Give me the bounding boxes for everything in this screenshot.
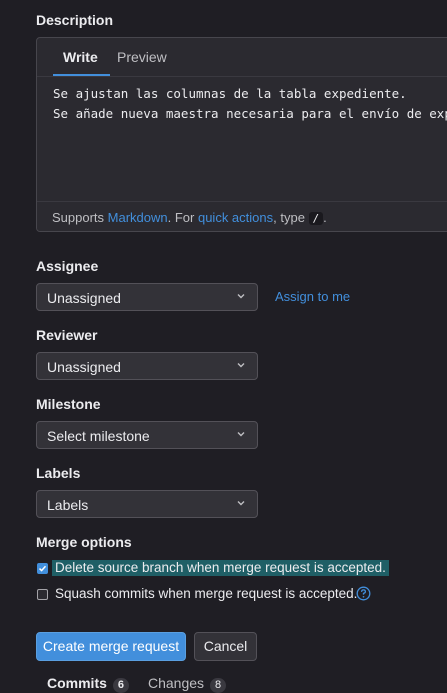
editor-footer-text: Supports Markdown. For quick actions, ty…: [52, 210, 327, 225]
quick-actions-link[interactable]: quick actions: [198, 210, 273, 225]
assignee-label: Assignee: [36, 258, 99, 274]
footer-end: .: [323, 210, 327, 225]
footer-supports: Supports: [52, 210, 108, 225]
tab-preview[interactable]: Preview: [117, 49, 167, 65]
commits-tab-label: Commits: [47, 675, 107, 691]
reviewer-label: Reviewer: [36, 327, 98, 343]
footer-for: . For: [167, 210, 198, 225]
milestone-value: Select milestone: [47, 428, 150, 444]
squash-checkbox[interactable]: [37, 589, 48, 600]
editor-tabs: Write Preview: [37, 38, 447, 77]
description-editor: Write Preview Se ajustan las columnas de…: [36, 37, 447, 232]
footer-type: , type: [273, 210, 309, 225]
milestone-label: Milestone: [36, 396, 101, 412]
delete-branch-checkbox[interactable]: [37, 563, 48, 574]
description-line-2: Se añade nueva maestra necesaria para el…: [53, 106, 447, 121]
tabs-divider: [37, 76, 447, 77]
markdown-link[interactable]: Markdown: [108, 210, 168, 225]
chevron-down-icon: [237, 294, 245, 299]
description-label: Description: [36, 12, 114, 28]
changes-tab-label: Changes: [148, 675, 205, 691]
question-circle-icon[interactable]: [356, 586, 371, 601]
reviewer-select[interactable]: Unassigned: [36, 352, 258, 380]
squash-label[interactable]: Squash commits when merge request is acc…: [55, 586, 357, 602]
labels-label: Labels: [36, 465, 81, 481]
cancel-button[interactable]: Cancel: [194, 632, 257, 661]
commits-count-badge: 6: [112, 678, 130, 693]
merge-options-label: Merge options: [36, 534, 132, 550]
description-textarea[interactable]: Se ajustan las columnas de la tabla expe…: [53, 84, 447, 124]
delete-branch-label[interactable]: Delete source branch when merge request …: [52, 560, 389, 576]
check-icon: [38, 565, 47, 572]
assignee-value: Unassigned: [47, 290, 121, 306]
editor-footer: Supports Markdown. For quick actions, ty…: [37, 201, 447, 231]
chevron-down-icon: [237, 432, 245, 437]
description-line-1: Se ajustan las columnas de la tabla expe…: [53, 86, 407, 101]
labels-value: Labels: [47, 497, 89, 513]
changes-count-badge: 8: [210, 678, 227, 693]
slash-code: /: [308, 212, 324, 225]
tab-commits[interactable]: Commits 6: [47, 675, 130, 693]
assignee-select[interactable]: Unassigned: [36, 283, 258, 311]
create-merge-request-button[interactable]: Create merge request: [36, 632, 186, 661]
reviewer-value: Unassigned: [47, 359, 121, 375]
tab-changes[interactable]: Changes 8: [148, 675, 227, 693]
assign-to-me-link[interactable]: Assign to me: [275, 289, 350, 304]
milestone-select[interactable]: Select milestone: [36, 421, 258, 449]
chevron-down-icon: [237, 363, 245, 368]
chevron-down-icon: [237, 501, 245, 506]
tab-write[interactable]: Write: [63, 49, 98, 65]
labels-select[interactable]: Labels: [36, 490, 258, 518]
